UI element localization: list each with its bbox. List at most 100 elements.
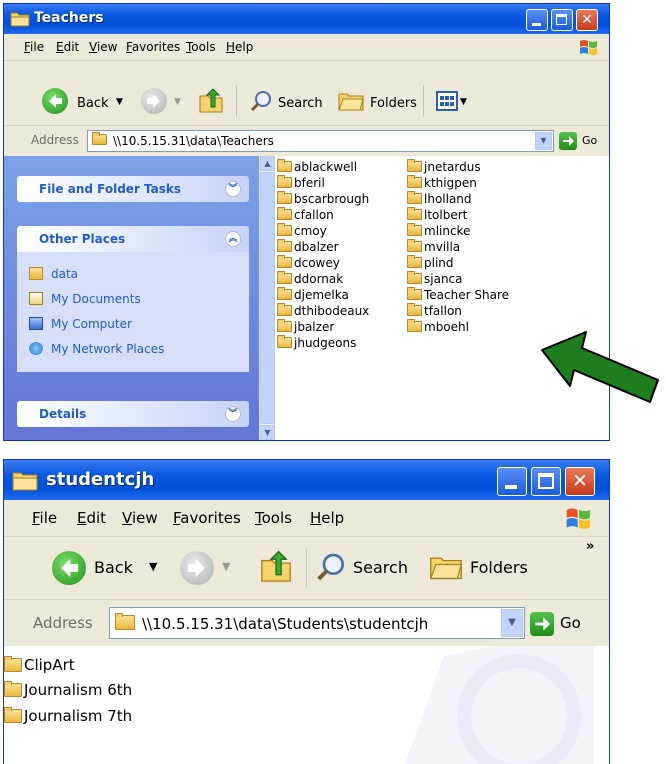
- folder-item[interactable]: plind: [407, 255, 454, 270]
- scroll-down-button[interactable]: ▼: [260, 425, 275, 440]
- maximize-button[interactable]: [551, 9, 573, 31]
- folder-item[interactable]: jbalzer: [277, 319, 334, 334]
- expand-chevron-icon[interactable]: ︾: [225, 406, 241, 422]
- scroll-thumb[interactable]: [260, 172, 275, 424]
- toolbar-overflow-chevron-icon[interactable]: »: [586, 539, 594, 554]
- folder-item[interactable]: dcowey: [277, 255, 340, 270]
- forward-arrow-icon[interactable]: [180, 551, 214, 585]
- annotation-arrow-icon: [541, 331, 659, 403]
- vertical-scrollbar[interactable]: ▲ ▼: [259, 156, 276, 440]
- folder-item[interactable]: Journalism 6th: [4, 681, 132, 699]
- back-arrow-icon[interactable]: [42, 88, 68, 114]
- folders-icon[interactable]: [428, 553, 464, 581]
- forward-dropdown-icon[interactable]: ▼: [174, 97, 181, 107]
- back-dropdown-icon[interactable]: ▼: [116, 97, 123, 107]
- up-folder-icon[interactable]: [258, 549, 294, 585]
- window-title: Teachers: [34, 10, 104, 26]
- menu-tools[interactable]: Tools: [255, 509, 292, 527]
- folders-button[interactable]: Folders: [470, 558, 528, 577]
- folder-item[interactable]: ClipArt: [4, 656, 75, 674]
- minimize-button[interactable]: [497, 467, 527, 496]
- collapse-chevron-icon[interactable]: ︽: [225, 231, 241, 247]
- folder-item[interactable]: dbalzer: [277, 239, 339, 254]
- views-icon[interactable]: [436, 91, 458, 111]
- folder-item[interactable]: sjanca: [407, 271, 463, 286]
- folder-item[interactable]: ddornak: [277, 271, 343, 286]
- address-bar: Address \\10.5.15.31\data\Students\stude…: [4, 600, 609, 646]
- search-icon[interactable]: [250, 89, 274, 113]
- up-folder-icon[interactable]: [197, 87, 225, 115]
- minimize-button[interactable]: [526, 9, 548, 31]
- search-button[interactable]: Search: [278, 96, 323, 111]
- back-button[interactable]: Back: [77, 96, 109, 111]
- folder-item[interactable]: Teacher Share: [407, 287, 509, 302]
- close-button[interactable]: ✕: [576, 9, 598, 31]
- place-data[interactable]: data: [29, 267, 78, 281]
- menu-file[interactable]: File: [24, 40, 44, 54]
- toolbar-separator: [236, 85, 237, 117]
- place-label: My Documents: [51, 292, 141, 306]
- back-arrow-icon[interactable]: [52, 551, 86, 585]
- folder-item[interactable]: bscarbrough: [277, 191, 369, 206]
- folder-item[interactable]: cmoy: [277, 223, 327, 238]
- folder-item[interactable]: bferil: [277, 175, 325, 190]
- place-my-documents[interactable]: My Documents: [29, 292, 141, 306]
- search-icon[interactable]: [316, 551, 348, 583]
- menu-edit[interactable]: Edit: [77, 509, 106, 527]
- folder-item[interactable]: mboehl: [407, 319, 469, 334]
- close-button[interactable]: ✕: [565, 467, 595, 496]
- folder-icon: [4, 656, 22, 672]
- panel-header[interactable]: Other Places ︽: [17, 226, 249, 252]
- back-dropdown-icon[interactable]: ▼: [149, 560, 157, 573]
- folder-item[interactable]: djemelka: [277, 287, 349, 302]
- panel-header[interactable]: File and Folder Tasks ︾: [17, 176, 249, 202]
- go-button[interactable]: Go: [582, 134, 597, 147]
- folder-item[interactable]: lholland: [407, 191, 472, 206]
- folder-item[interactable]: kthigpen: [407, 175, 477, 190]
- address-dropdown-button[interactable]: ▼: [501, 609, 523, 637]
- folders-icon[interactable]: [337, 90, 365, 112]
- go-button[interactable]: Go: [560, 614, 581, 632]
- address-input[interactable]: \\10.5.15.31\data\Teachers ▼: [87, 130, 554, 152]
- network-folder-icon: [29, 267, 43, 280]
- folder-item[interactable]: cfallon: [277, 207, 334, 222]
- forward-arrow-icon[interactable]: [141, 88, 167, 114]
- folder-item[interactable]: ablackwell: [277, 159, 357, 174]
- title-bar[interactable]: Teachers ✕: [4, 4, 609, 34]
- menu-edit[interactable]: Edit: [56, 40, 79, 54]
- maximize-button[interactable]: [531, 467, 561, 496]
- file-folder-tasks-title: File and Folder Tasks: [39, 182, 182, 196]
- folder-item[interactable]: mlincke: [407, 223, 470, 238]
- scroll-up-button[interactable]: ▲: [260, 156, 275, 171]
- menu-favorites[interactable]: Favorites: [126, 40, 180, 54]
- folder-item[interactable]: mvilla: [407, 239, 460, 254]
- menu-tools[interactable]: Tools: [186, 40, 216, 54]
- place-my-network-places[interactable]: My Network Places: [29, 342, 164, 356]
- address-input[interactable]: \\10.5.15.31\data\Students\studentcjh ▼: [109, 607, 525, 639]
- menu-view[interactable]: View: [122, 509, 158, 527]
- menu-favorites[interactable]: Favorites: [173, 509, 241, 527]
- menu-file[interactable]: File: [32, 509, 57, 527]
- address-dropdown-button[interactable]: ▼: [535, 132, 552, 150]
- forward-dropdown-icon[interactable]: ▼: [222, 560, 230, 573]
- menu-view[interactable]: View: [89, 40, 117, 54]
- folder-item[interactable]: Journalism 7th: [4, 707, 132, 725]
- title-bar[interactable]: studentcjh ✕: [4, 460, 609, 500]
- search-button[interactable]: Search: [353, 558, 408, 577]
- menu-help[interactable]: Help: [310, 509, 344, 527]
- folders-button[interactable]: Folders: [370, 96, 417, 111]
- folder-item[interactable]: tfallon: [407, 303, 462, 318]
- back-button[interactable]: Back: [94, 558, 133, 577]
- folder-item[interactable]: dthibodeaux: [277, 303, 369, 318]
- expand-chevron-icon[interactable]: ︾: [225, 181, 241, 197]
- views-dropdown-icon[interactable]: ▼: [460, 97, 467, 107]
- go-arrow-icon[interactable]: [530, 612, 554, 636]
- folder-item[interactable]: ltolbert: [407, 207, 467, 222]
- my-documents-icon: [29, 292, 43, 305]
- folder-item[interactable]: jnetardus: [407, 159, 481, 174]
- go-arrow-icon[interactable]: [559, 132, 577, 150]
- panel-header[interactable]: Details ︾: [17, 401, 249, 427]
- folder-item[interactable]: jhudgeons: [277, 335, 356, 350]
- place-my-computer[interactable]: My Computer: [29, 317, 132, 331]
- menu-help[interactable]: Help: [226, 40, 253, 54]
